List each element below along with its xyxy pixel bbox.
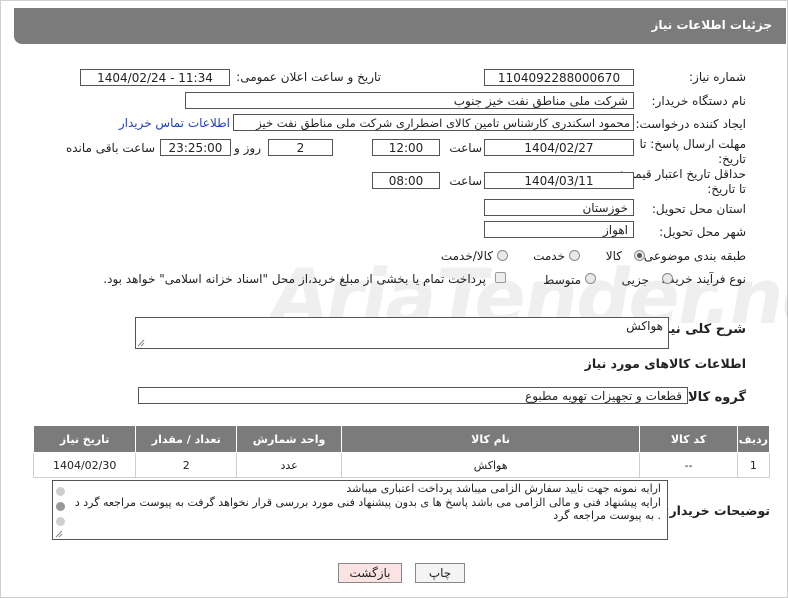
description-field: هواکش — [135, 317, 669, 349]
goods-group-label: گروه کالا: — [682, 390, 746, 405]
back-button[interactable]: بازگشت — [338, 563, 402, 583]
category-both-label: کالا/خدمت — [440, 249, 493, 263]
cell-row: 1 — [736, 452, 771, 478]
need-number-field: 1104092288000670 — [484, 69, 634, 86]
province-field: خوزستان — [484, 199, 634, 216]
need-number-label: شماره نیاز: — [689, 70, 746, 84]
notes-line: . به پیوست مراجعه گرد — [553, 509, 661, 522]
contact-buyer-link[interactable]: اطلاعات تماس خریدار — [119, 116, 230, 130]
creator-label: ایجاد کننده درخواست: — [635, 117, 746, 131]
notes-line: ارایه نمونه جهت تایید سفارش الزامی میباش… — [346, 482, 661, 495]
city-field: اهواز — [484, 221, 634, 238]
deadline-label-2: تاریخ: — [718, 152, 746, 166]
deadline-label-1: مهلت ارسال پاسخ: تا — [639, 137, 746, 151]
category-goods-radio[interactable] — [634, 250, 645, 261]
header-bar: جزئیات اطلاعات نیاز — [14, 8, 786, 44]
validity-label-1: حداقل تاریخ اعتبار قیمت: — [619, 167, 746, 181]
process-medium-label: متوسط — [543, 273, 581, 287]
category-service-radio[interactable] — [569, 250, 580, 261]
treasury-checkbox[interactable] — [495, 272, 506, 283]
print-button[interactable]: چاپ — [415, 563, 465, 583]
validity-label-2: تا تاریخ: — [707, 182, 746, 196]
process-label: نوع فرآیند خرید : — [661, 272, 746, 286]
province-label: استان محل تحویل: — [651, 202, 746, 216]
col-row-header: ردیف — [736, 425, 771, 453]
resize-grip-icon[interactable] — [55, 530, 63, 538]
announce-field: 1404/02/24 - 11:34 — [80, 69, 230, 86]
category-goods-label: کالا — [605, 249, 622, 263]
days-field: 2 — [268, 139, 333, 156]
col-code-header: کد کالا — [639, 425, 738, 453]
remaining-label: ساعت باقی مانده — [65, 141, 155, 155]
creator-field: محمود اسکندری کارشناس تامین کالای اضطرار… — [233, 114, 634, 131]
validity-date-field: 1404/03/11 — [484, 172, 634, 189]
category-both-radio[interactable] — [497, 250, 508, 261]
deadline-time-field: 12:00 — [372, 139, 440, 156]
process-medium-radio[interactable] — [585, 273, 596, 284]
city-label: شهر محل تحویل: — [659, 225, 746, 239]
page-title: جزئیات اطلاعات نیاز — [651, 18, 772, 32]
buyer-notes-label: توضیحات خریدار: — [664, 503, 770, 518]
scroll-thumb-icon[interactable] — [56, 502, 65, 511]
remaining-field: 23:25:00 — [160, 139, 231, 156]
deadline-time-label: ساعت — [449, 141, 482, 155]
table-header-row: ردیف کد کالا نام کالا واحد شمارش تعداد /… — [32, 425, 771, 453]
goods-section-title: اطلاعات کالاهای مورد نیاز — [584, 356, 746, 371]
col-qty-header: تعداد / مقدار — [135, 425, 238, 453]
scroll-up-icon[interactable] — [56, 487, 65, 496]
notes-line: ارایه پیشنهاد فنی و مالی الزامی می باشد … — [74, 495, 661, 509]
cell-qty: 2 — [135, 452, 238, 478]
resize-grip-icon[interactable] — [137, 339, 145, 347]
category-service-label: خدمت — [533, 249, 565, 263]
col-unit-header: واحد شمارش — [236, 425, 343, 453]
cell-code: -- — [639, 452, 738, 478]
goods-group-field: قطعات و تجهیزات تهویه مطبوع — [138, 387, 688, 404]
goods-table: ردیف کد کالا نام کالا واحد شمارش تعداد /… — [32, 425, 771, 478]
category-label: طبقه بندی موضوعی: — [639, 249, 746, 263]
buyer-org-field: شرکت ملی مناطق نفت خیز جنوب — [185, 92, 634, 109]
buyer-org-label: نام دستگاه خریدار: — [651, 94, 747, 108]
cell-name: هواکش — [341, 452, 641, 478]
payment-note: پرداخت تمام یا بخشی از مبلغ خرید،از محل … — [103, 272, 486, 286]
deadline-date-field: 1404/02/27 — [484, 139, 634, 156]
scroll-down-icon[interactable] — [56, 517, 65, 526]
col-date-header: تاریخ نیاز — [32, 425, 137, 453]
validity-time-field: 08:00 — [372, 172, 440, 189]
col-name-header: نام کالا — [341, 425, 641, 453]
days-label: روز و — [234, 141, 261, 155]
table-row: 1 -- هواکش عدد 2 1404/02/30 — [32, 452, 771, 478]
process-minor-label: جزیی — [621, 273, 649, 287]
process-minor-radio[interactable] — [662, 273, 673, 284]
validity-time-label: ساعت — [449, 174, 482, 188]
cell-date: 1404/02/30 — [32, 452, 137, 478]
announce-label: تاریخ و ساعت اعلان عمومی: — [236, 70, 381, 84]
cell-unit: عدد — [236, 452, 343, 478]
buyer-notes-field: ارایه نمونه جهت تایید سفارش الزامی میباش… — [52, 480, 668, 540]
